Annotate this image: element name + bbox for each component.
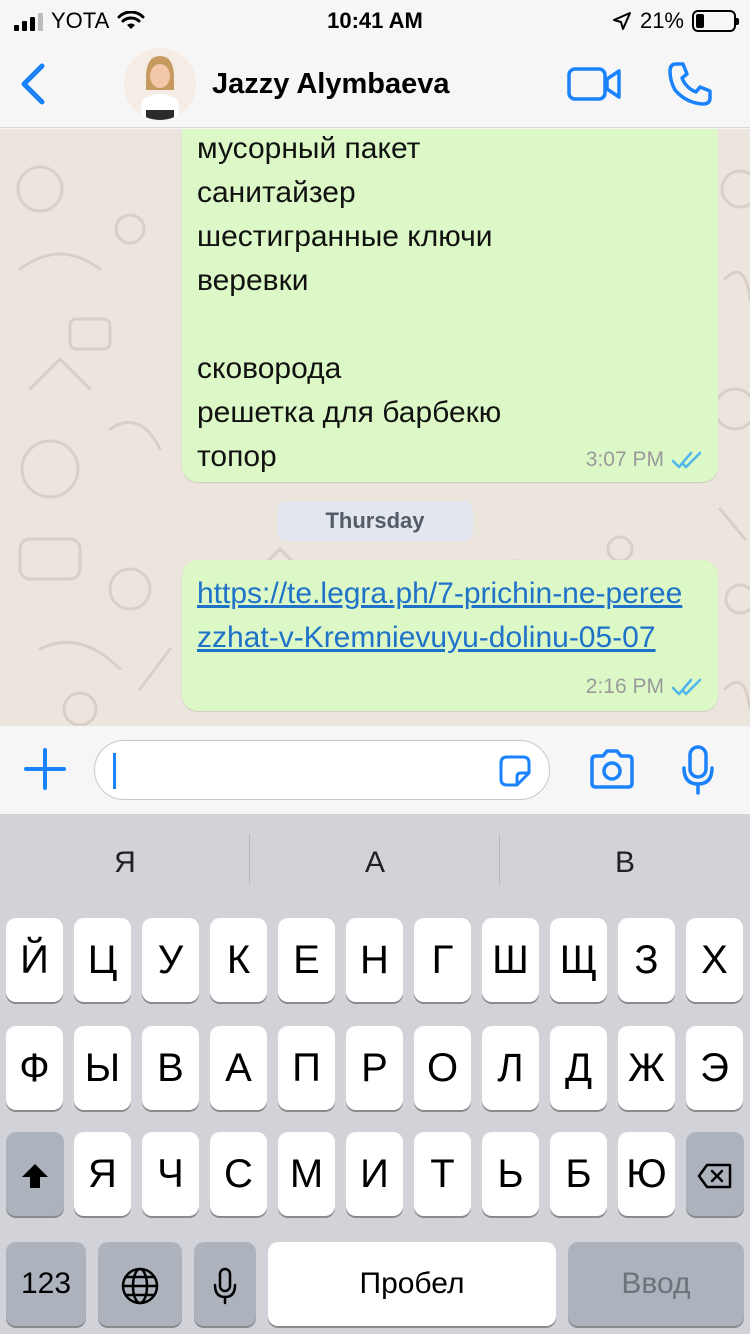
chat-area[interactable]: мусорный пакет санитайзер шестигранные клю… [0, 129, 750, 726]
avatar[interactable] [124, 48, 196, 120]
key-letter[interactable]: И [346, 1132, 403, 1216]
key-letter[interactable]: С [210, 1132, 267, 1216]
key-letter[interactable]: Н [346, 918, 403, 1002]
message-link[interactable]: https://te.legra.ph/7-prichin-ne-pereezz… [197, 572, 697, 660]
key-letter[interactable]: Е [278, 918, 335, 1002]
key-letter[interactable]: З [618, 918, 675, 1002]
microphone-icon[interactable] [680, 744, 716, 796]
suggestion-item[interactable]: А [250, 814, 500, 904]
key-letter[interactable]: Ш [482, 918, 539, 1002]
key-letter[interactable]: Й [6, 918, 63, 1002]
key-letter[interactable]: М [278, 1132, 335, 1216]
message-line: санитайзер [197, 176, 356, 209]
read-ticks-icon [671, 678, 702, 696]
camera-icon[interactable] [588, 748, 636, 790]
globe-icon [121, 1268, 159, 1305]
message-bubble[interactable]: https://te.legra.ph/7-prichin-ne-pereezz… [182, 560, 718, 711]
message-line: шестигранные ключи [197, 220, 493, 253]
backspace-key[interactable] [686, 1132, 744, 1216]
message-meta: 3:07 PM [586, 448, 704, 472]
key-letter[interactable]: Л [482, 1026, 539, 1110]
message-line: топор [197, 440, 277, 473]
battery-percent: 21% [639, 8, 684, 33]
key-letter[interactable]: Х [686, 918, 743, 1002]
dictation-key[interactable] [194, 1242, 256, 1326]
battery-icon [692, 10, 739, 32]
message-line [197, 303, 501, 347]
phone-call-icon[interactable] [666, 60, 714, 108]
key-letter[interactable]: П [278, 1026, 335, 1110]
key-letter[interactable]: А [210, 1026, 267, 1110]
back-chevron-icon[interactable] [14, 60, 54, 108]
globe-key[interactable] [98, 1242, 182, 1326]
video-call-icon[interactable] [566, 64, 622, 104]
message-time: 2:16 PM [585, 675, 664, 698]
suggestion-bar: Я А В [0, 814, 750, 904]
key-letter[interactable]: О [414, 1026, 471, 1110]
sticker-icon[interactable] [497, 753, 533, 789]
status-bar: YOTA 10:41 AM 21% [0, 0, 750, 40]
key-letter[interactable]: Г [414, 918, 471, 1002]
message-input[interactable] [94, 740, 550, 800]
key-letter[interactable]: В [142, 1026, 199, 1110]
text-caret [113, 753, 116, 789]
shift-icon [22, 1164, 48, 1189]
suggestion-item[interactable]: Я [0, 814, 250, 904]
message-line: веревки [197, 264, 309, 297]
key-letter[interactable]: Э [686, 1026, 743, 1110]
message-line: сковорода [197, 352, 342, 385]
key-letter[interactable]: Ь [482, 1132, 539, 1216]
contact-name[interactable]: Jazzy Alymbaeva [212, 68, 450, 101]
key-letter[interactable]: Щ [550, 918, 607, 1002]
microphone-icon [213, 1268, 237, 1305]
read-ticks-icon [671, 451, 702, 469]
message-time: 3:07 PM [585, 448, 664, 471]
message-line: решетка для барбекю [197, 396, 502, 429]
key-letter[interactable]: Ы [74, 1026, 131, 1110]
message-text: мусорный пакет санитайзер шестигранные клю… [197, 129, 501, 479]
backspace-icon [697, 1164, 732, 1189]
keyboard: Я А В ЙЦУКЕНГШЩЗХФЫВАПРОЛДЖЭЯЧСМИТЬБЮ 12… [0, 814, 750, 1334]
key-letter[interactable]: К [210, 918, 267, 1002]
key-letter[interactable]: Я [74, 1132, 131, 1216]
key-letter[interactable]: Т [414, 1132, 471, 1216]
message-meta: 2:16 PM [586, 675, 704, 699]
message-line: мусорный пакет [197, 132, 421, 165]
numbers-key[interactable]: 123 [6, 1242, 86, 1326]
suggestion-item[interactable]: В [500, 814, 750, 904]
date-separator: Thursday [277, 501, 473, 541]
return-key[interactable]: Ввод [568, 1242, 744, 1326]
status-right: 21% [612, 8, 739, 34]
location-icon [612, 12, 631, 30]
key-letter[interactable]: Д [550, 1026, 607, 1110]
key-letter[interactable]: Ю [618, 1132, 675, 1216]
space-key[interactable]: Пробел [268, 1242, 556, 1326]
key-letter[interactable]: Ф [6, 1026, 63, 1110]
chat-header: Jazzy Alymbaeva [0, 40, 750, 128]
message-bubble[interactable]: мусорный пакет санитайзер шестигранные клю… [182, 129, 718, 482]
key-letter[interactable]: Р [346, 1026, 403, 1110]
key-letter[interactable]: Б [550, 1132, 607, 1216]
shift-key[interactable] [6, 1132, 64, 1216]
input-bar [0, 726, 750, 814]
key-letter[interactable]: Ж [618, 1026, 675, 1110]
key-letter[interactable]: Ч [142, 1132, 199, 1216]
plus-icon[interactable] [22, 746, 68, 792]
key-letter[interactable]: Ц [74, 918, 131, 1002]
key-letter[interactable]: У [142, 918, 199, 1002]
